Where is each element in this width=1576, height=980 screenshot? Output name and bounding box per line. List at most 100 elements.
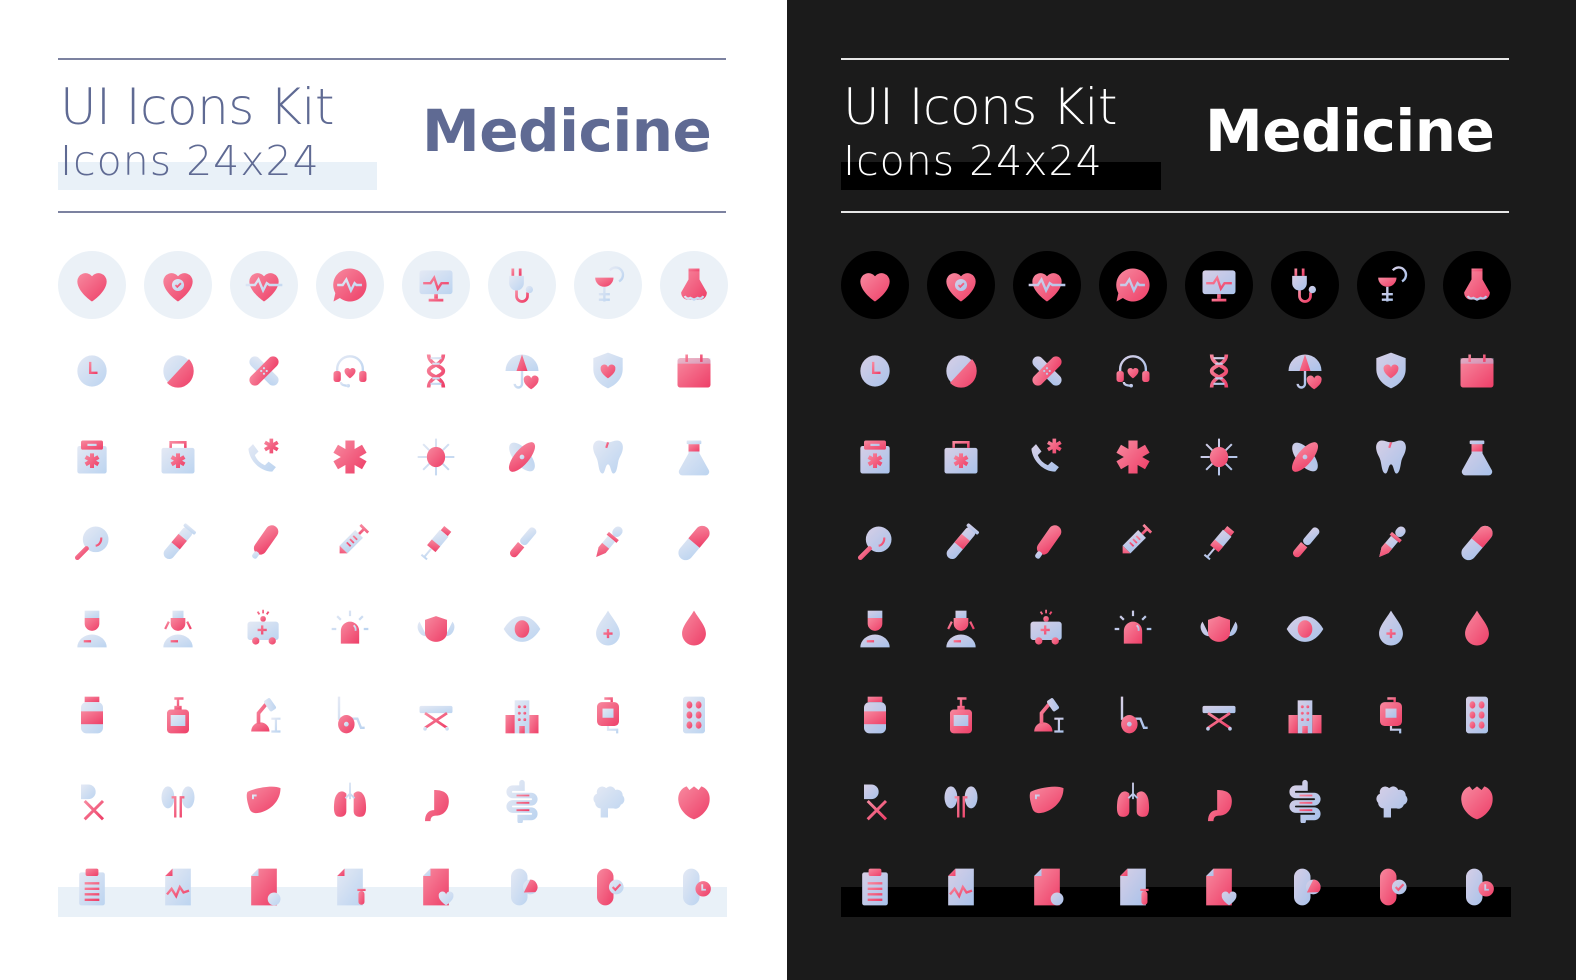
icon-cell-blood-drop-minus (1434, 586, 1520, 672)
blood-drop-plus-icon (596, 610, 620, 646)
blood-drop-minus-icon (682, 610, 706, 646)
nurse-icon (163, 610, 193, 648)
icon-cell-liver (1004, 758, 1090, 844)
icon-bubble (144, 251, 212, 319)
tooth-icon (1376, 440, 1406, 474)
calendar-icon (1460, 354, 1494, 388)
icon-cell-pharmacy-symbol (565, 242, 651, 328)
ambulance-icon (247, 609, 279, 645)
microscope-icon (1034, 698, 1064, 733)
stethoscope-icon (509, 268, 533, 303)
icon-cell-capsule-clock (1434, 844, 1520, 930)
icon-bubble (488, 251, 556, 319)
icon-cell-lungs (1090, 758, 1176, 844)
icon-cell-test-tube (135, 500, 221, 586)
icon-cell-umbrella-heart (1262, 328, 1348, 414)
chat-pulse-icon (1116, 268, 1150, 302)
icon-grid (832, 242, 1520, 930)
icon-cell-soap-dispenser (918, 672, 1004, 758)
microscope-icon (251, 698, 281, 733)
capsule-check-icon (1380, 868, 1407, 906)
clipboard-icon (79, 868, 105, 906)
icon-cell-first-aid-kit (135, 414, 221, 500)
umbrella-heart-icon (1288, 354, 1322, 390)
pill-round-icon (163, 355, 194, 388)
flask-icon (1461, 440, 1493, 476)
thermometer-icon (1035, 525, 1062, 559)
icon-cell-prescription (832, 758, 918, 844)
icon-cell-kidneys (135, 758, 221, 844)
calendar-icon (677, 354, 711, 388)
icon-cell-tooth (565, 414, 651, 500)
icon-cell-scalpel (479, 500, 565, 586)
icon-bubble (58, 251, 126, 319)
first-aid-kit-icon (944, 441, 978, 474)
capsule-pie-icon (511, 868, 538, 906)
doctor-icon (860, 610, 890, 648)
prescription-icon (79, 784, 105, 821)
bandage-icon (249, 356, 279, 386)
soap-dispenser-icon (950, 697, 972, 734)
icon-cell-iv-bag (1348, 672, 1434, 758)
icon-cell-liver (221, 758, 307, 844)
icon-cell-microscope (221, 672, 307, 758)
hospital-icon (1288, 694, 1322, 734)
category-title: Medicine (1205, 97, 1495, 165)
liver-icon (246, 786, 281, 814)
icon-cell-medicine-bottle (49, 672, 135, 758)
icon-cell-stomach (393, 758, 479, 844)
icon-cell-flask (1434, 414, 1520, 500)
test-tube-icon (163, 523, 196, 560)
icon-cell-stretcher (1176, 672, 1262, 758)
icon-cell-pharmacy-symbol (1348, 242, 1434, 328)
icon-cell-bandage (1004, 328, 1090, 414)
capsule-pie-icon (1294, 868, 1321, 906)
bottom-divider (841, 211, 1509, 213)
scalpel-icon (509, 527, 537, 558)
iv-bag-icon (1380, 697, 1402, 734)
kit-subtitle: Icons 24x24 (843, 137, 1103, 185)
light-theme-panel: UI Icons Kit Icons 24x24 Medicine (0, 0, 787, 980)
icon-cell-document-heart (1176, 844, 1262, 930)
soap-dispenser-icon (167, 697, 189, 734)
icon-cell-scalpel (1262, 500, 1348, 586)
virus-icon (1200, 438, 1238, 476)
stretcher-icon (419, 705, 453, 731)
icon-bubble (230, 251, 298, 319)
medical-report-icon (165, 868, 191, 906)
stomach-icon (1208, 782, 1232, 822)
document-tube-icon (337, 868, 366, 906)
icon-cell-nose (1434, 242, 1520, 328)
icon-bubble (1443, 251, 1511, 319)
doctor-icon (77, 610, 107, 648)
icon-cell-calendar (1434, 328, 1520, 414)
icon-cell-nurse (918, 586, 1004, 672)
document-heart-icon (423, 868, 454, 906)
nose-icon (681, 268, 707, 301)
heart-organ-icon (1461, 786, 1493, 820)
dark-theme-panel: UI Icons Kit Icons 24x24 Medicine (787, 0, 1576, 980)
icon-cell-shield-heart (1348, 328, 1434, 414)
icon-cell-magnifier (832, 500, 918, 586)
icon-cell-intestines (479, 758, 565, 844)
tooth-icon (593, 440, 623, 474)
icon-cell-flask (651, 414, 737, 500)
icon-bubble (841, 251, 909, 319)
pharmacy-symbol-icon (595, 266, 625, 302)
icon-cell-medical-report (918, 844, 1004, 930)
pill-round-icon (946, 355, 977, 388)
icon-cell-emergency-call (221, 414, 307, 500)
icon-cell-heart-check (918, 242, 1004, 328)
eye-icon (503, 616, 541, 642)
kit-title: UI Icons Kit (843, 78, 1117, 136)
medical-folder-icon (860, 440, 890, 474)
emergency-call-icon (248, 438, 279, 472)
icon-cell-chat-pulse (1090, 242, 1176, 328)
icon-cell-heart-organ (651, 758, 737, 844)
blood-drop-minus-icon (1465, 610, 1489, 646)
medicine-bottle-icon (81, 696, 103, 734)
medical-folder-icon (77, 440, 107, 474)
icon-bubble (1013, 251, 1081, 319)
iv-bag-icon (597, 697, 619, 734)
icon-cell-medicine-bottle (832, 672, 918, 758)
